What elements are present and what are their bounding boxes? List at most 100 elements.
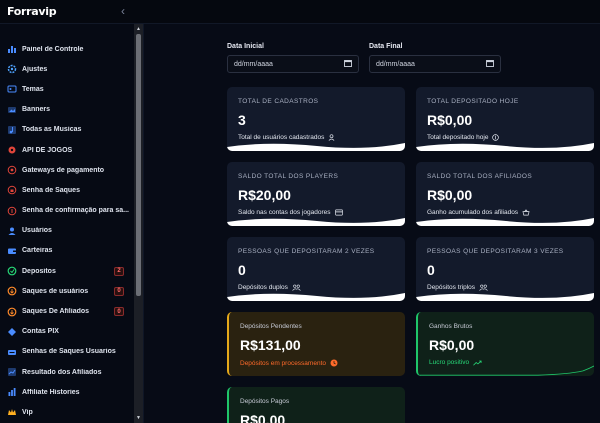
sidebar-item-painel[interactable]: Painel de Controle (0, 39, 134, 59)
sidebar-item-api-jogos[interactable]: API DE JOGOS (0, 140, 134, 160)
card-value: R$20,00 (238, 187, 291, 203)
card-subtitle-text: Depósitos em processamento (240, 359, 326, 367)
sidebar-item-label: Gateways de pagamento (22, 166, 105, 174)
card-wave (227, 293, 405, 301)
sidebar-item-label: API DE JOGOS (22, 146, 73, 154)
sidebar-item-label: Affiliate Histories (22, 388, 80, 396)
count-badge: 2 (114, 266, 124, 276)
card-title: PESSOAS QUE DEPOSITARAM 2 VEZES (238, 248, 375, 255)
card-saldo-afiliados: SALDO TOTAL DOS AFILIADOS R$0,00 Ganho a… (416, 162, 594, 226)
wallet-icon (6, 245, 17, 256)
key-icon (6, 205, 17, 216)
top-bar: Forravip ‹ (0, 0, 600, 24)
card-title: TOTAL DEPOSITADO HOJE (427, 98, 519, 105)
sidebar-item-label: Contas PIX (22, 328, 59, 336)
end-date-value: dd/mm/aaaa (376, 60, 415, 68)
sidebar-item-contas-pix[interactable]: Contas PIX (0, 322, 134, 342)
sidebar-item-affiliate-histories[interactable]: Affiliate Histories (0, 382, 134, 402)
calendar-icon[interactable] (344, 59, 352, 69)
sidebar-item-label: Depositos (22, 267, 56, 275)
start-date-value: dd/mm/aaaa (234, 60, 273, 68)
start-date-label: Data Inicial (227, 43, 264, 50)
history-icon (6, 387, 17, 398)
sidebar-item-musicas[interactable]: Todas as Musicas (0, 120, 134, 140)
sidebar-item-label: Resultado dos Afiliados (22, 368, 102, 376)
card-depositos-pagos: Depósitos Pagos R$0,00 (227, 387, 405, 423)
sidebar-item-label: Carteiras (22, 247, 53, 255)
calendar-icon[interactable] (486, 59, 494, 69)
card-wave (416, 218, 594, 226)
card-total-depositado: TOTAL DEPOSITADO HOJE R$0,00 Total depos… (416, 87, 594, 151)
sidebar-item-label: Vip (22, 408, 33, 416)
sidebar-item-senha-confirmacao[interactable]: Senha de confirmação para sa... (0, 201, 134, 221)
sidebar-item-temas[interactable]: Temas (0, 79, 134, 99)
card-depositos-2x: PESSOAS QUE DEPOSITARAM 2 VEZES 0 Depósi… (227, 237, 405, 301)
card-ganhos-brutos: Ganhos Brutos R$0,00 Lucro positivo (416, 312, 594, 376)
gear-icon (6, 64, 17, 75)
end-date-label: Data Final (369, 43, 403, 50)
brand-logo[interactable]: Forravip (7, 5, 57, 18)
sidebar-item-label: Senhas de Saques Usuarios (22, 348, 116, 356)
count-badge: 0 (114, 286, 124, 296)
card-value: R$0,00 (427, 112, 473, 128)
card-title: PESSOAS QUE DEPOSITARAM 3 VEZES (427, 248, 564, 255)
sidebar-item-carteiras[interactable]: Carteiras (0, 241, 134, 261)
start-date-group: Data Inicial dd/mm/aaaa (227, 43, 359, 73)
card-total-cadastros: TOTAL DE CADASTROS 3 Total de usuários c… (227, 87, 405, 151)
start-date-input[interactable]: dd/mm/aaaa (227, 55, 359, 73)
sidebar-item-label: Saques de usuários (22, 287, 89, 295)
card-depositos-3x: PESSOAS QUE DEPOSITARAM 3 VEZES 0 Depósi… (416, 237, 594, 301)
sidebar-item-usuarios[interactable]: Usuários (0, 221, 134, 241)
card-value: R$0,00 (427, 187, 473, 203)
sidebar-item-saques-afiliados[interactable]: Saques De Afiliados 0 (0, 301, 134, 321)
deposit-icon (6, 266, 17, 277)
sidebar-item-senha-saques[interactable]: Senha de Saques (0, 180, 134, 200)
crown-icon (6, 407, 17, 418)
user-icon (6, 225, 17, 236)
credit-card-icon (6, 165, 17, 176)
sidebar-item-saques-usuarios[interactable]: Saques de usuários 0 (0, 281, 134, 301)
sidebar-item-label: Ajustes (22, 65, 48, 73)
sidebar-item-label: Usuários (22, 227, 52, 235)
affiliate-withdraw-icon (6, 306, 17, 317)
sidebar-item-label: Painel de Controle (22, 45, 84, 53)
sidebar-item-label: Temas (22, 85, 44, 93)
palette-icon (6, 84, 17, 95)
sidebar-item-vip[interactable]: Vip (0, 402, 134, 422)
bar-chart-icon (6, 44, 17, 55)
chart-icon (6, 367, 17, 378)
lock-icon (6, 185, 17, 196)
sidebar-menu: Painel de Controle Ajustes Temas Banners… (0, 39, 134, 423)
card-value: 0 (238, 262, 246, 278)
scroll-down-arrow-icon[interactable]: ▼ (135, 414, 142, 422)
sidebar-item-resultado-afiliados[interactable]: Resultado dos Afiliados (0, 362, 134, 382)
sidebar-item-senhas-saques-usuarios[interactable]: Senhas de Saques Usuarios (0, 342, 134, 362)
sidebar-item-label: Senha de Saques (22, 186, 80, 194)
music-icon (6, 124, 17, 135)
chevron-left-icon[interactable]: ‹ (121, 4, 125, 18)
end-date-input[interactable]: dd/mm/aaaa (369, 55, 501, 73)
card-wave (416, 143, 594, 151)
sidebar: Painel de Controle Ajustes Temas Banners… (0, 24, 144, 423)
clock-icon (330, 359, 338, 367)
passwords-icon (6, 346, 17, 357)
card-title: Depósitos Pagos (240, 398, 290, 405)
sidebar-item-label: Todas as Musicas (22, 126, 82, 134)
sidebar-item-depositos[interactable]: Depositos 2 (0, 261, 134, 281)
card-subtitle: Depósitos em processamento (240, 359, 394, 367)
sidebar-scrollbar[interactable]: ▲ ▼ (134, 24, 143, 423)
sidebar-item-ajustes[interactable]: Ajustes (0, 59, 134, 79)
sidebar-item-label: Senha de confirmação para sa... (22, 207, 129, 215)
sidebar-item-label: Banners (22, 106, 51, 114)
card-saldo-players: SALDO TOTAL DOS PLAYERS R$20,00 Saldo na… (227, 162, 405, 226)
card-value: R$131,00 (240, 337, 301, 353)
sidebar-item-gateways[interactable]: Gateways de pagamento (0, 160, 134, 180)
scroll-up-arrow-icon[interactable]: ▲ (135, 25, 142, 33)
image-icon (6, 104, 17, 115)
card-value: R$0,00 (240, 412, 286, 423)
card-depositos-pendentes: Depósitos Pendentes R$131,00 Depósitos e… (227, 312, 405, 376)
scroll-thumb[interactable] (136, 34, 141, 296)
sidebar-item-banners[interactable]: Banners (0, 100, 134, 120)
card-wave (227, 218, 405, 226)
card-wave (416, 293, 594, 301)
